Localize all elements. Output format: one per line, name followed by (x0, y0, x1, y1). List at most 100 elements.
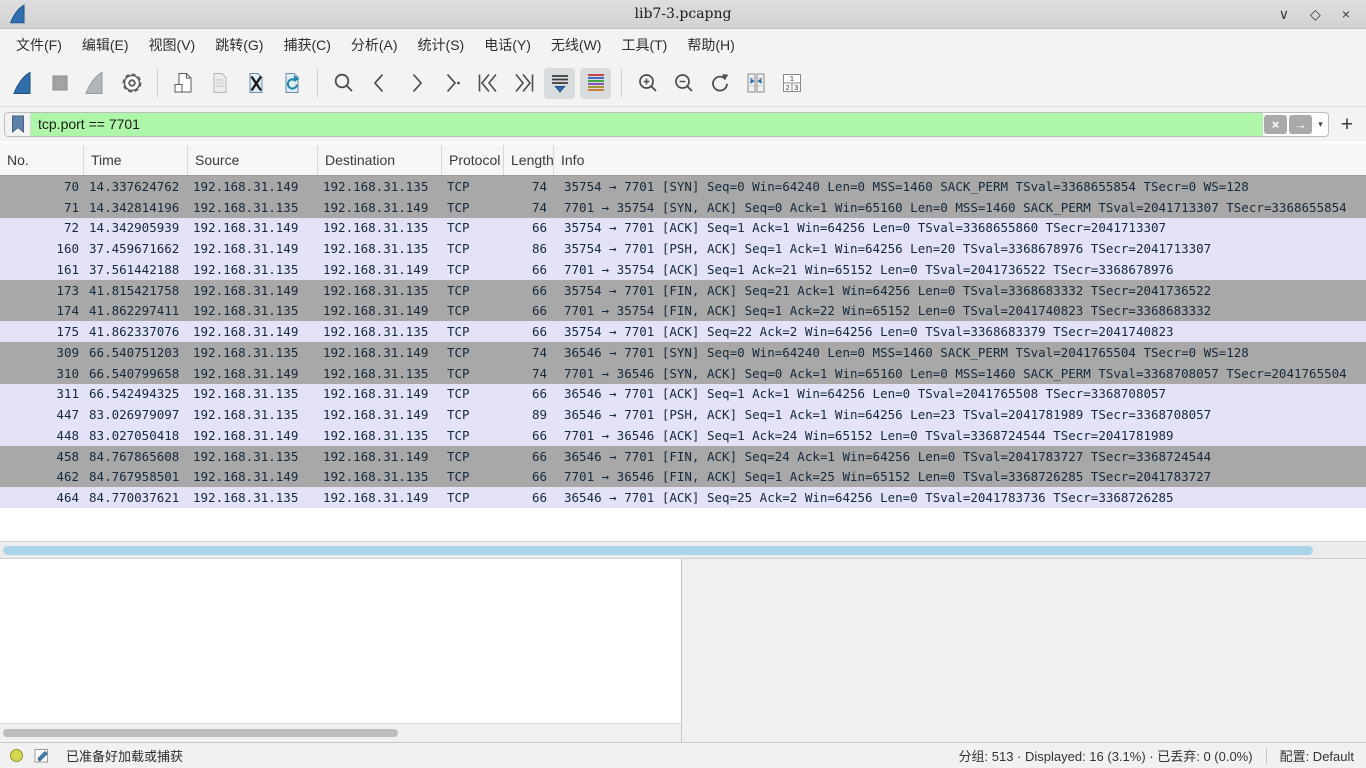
colorize-toggle[interactable] (580, 68, 611, 99)
packet-row[interactable]: 46284.767958501192.168.31.149192.168.31.… (0, 467, 1366, 488)
packet-cell-source: 192.168.31.135 (188, 446, 318, 467)
packet-row[interactable]: 7114.342814196192.168.31.135192.168.31.1… (0, 197, 1366, 218)
packet-row[interactable]: 7214.342905939192.168.31.149192.168.31.1… (0, 218, 1366, 239)
column-header-info[interactable]: Info (554, 145, 1366, 175)
menu-item-5[interactable]: 分析(A) (341, 30, 408, 60)
open-file-button[interactable] (168, 68, 199, 99)
packet-row[interactable]: 46484.770037621192.168.31.135192.168.31.… (0, 487, 1366, 508)
menu-item-0[interactable]: 文件(F) (6, 30, 72, 60)
display-filter-input[interactable]: tcp.port == 7701 (31, 113, 1263, 136)
go-forward-button[interactable] (400, 68, 431, 99)
menu-item-4[interactable]: 捕获(C) (273, 30, 340, 60)
menu-item-8[interactable]: 无线(W) (541, 30, 612, 60)
go-first-packet-button[interactable] (472, 68, 503, 99)
packet-cell-length: 66 (504, 425, 554, 446)
wireshark-logo-icon (8, 3, 30, 25)
close-file-button[interactable] (240, 68, 271, 99)
menu-item-9[interactable]: 工具(T) (611, 30, 677, 60)
packet-row[interactable]: 30966.540751203192.168.31.135192.168.31.… (0, 342, 1366, 363)
packet-row[interactable]: 7014.337624762192.168.31.149192.168.31.1… (0, 176, 1366, 197)
start-capture-button[interactable] (8, 68, 39, 99)
resize-columns-button[interactable] (740, 68, 771, 99)
filter-clear-button[interactable]: × (1264, 115, 1287, 134)
column-header-protocol[interactable]: Protocol (442, 145, 504, 175)
capture-options-button[interactable] (116, 68, 147, 99)
packet-row[interactable]: 17341.815421758192.168.31.149192.168.31.… (0, 280, 1366, 301)
menu-item-10[interactable]: 帮助(H) (677, 30, 744, 60)
zoom-reset-button[interactable] (704, 68, 735, 99)
packet-cell-length: 74 (504, 176, 554, 197)
packet-cell-no: 70 (0, 176, 84, 197)
filter-dropdown-button[interactable]: ▾ (1313, 113, 1328, 136)
auto-scroll-toggle[interactable] (544, 68, 575, 99)
menu-item-3[interactable]: 跳转(G) (205, 30, 273, 60)
double-chevron-first-icon (475, 70, 501, 96)
restart-fin-icon (83, 70, 109, 96)
find-packet-button[interactable] (328, 68, 359, 99)
packet-details-pane (0, 559, 682, 742)
scrollbar-thumb[interactable] (3, 729, 398, 737)
packet-cell-source: 192.168.31.149 (188, 218, 318, 239)
packet-cell-source: 192.168.31.135 (188, 384, 318, 405)
packet-row[interactable]: 17441.862297411192.168.31.135192.168.31.… (0, 301, 1366, 322)
packet-row[interactable]: 16037.459671662192.168.31.149192.168.31.… (0, 238, 1366, 259)
packet-cell-destination: 192.168.31.135 (318, 425, 442, 446)
packet-cell-info: 35754 → 7701 [FIN, ACK] Seq=21 Ack=1 Win… (554, 280, 1366, 301)
packet-row[interactable]: 16137.561442188192.168.31.135192.168.31.… (0, 259, 1366, 280)
packet-row[interactable]: 44883.027050418192.168.31.149192.168.31.… (0, 425, 1366, 446)
filter-apply-button[interactable]: → (1289, 115, 1312, 134)
column-header-destination[interactable]: Destination (318, 145, 442, 175)
menu-item-7[interactable]: 电话(Y) (474, 30, 541, 60)
packet-cell-length: 66 (504, 218, 554, 239)
stop-capture-button[interactable] (44, 68, 75, 99)
zoom-out-button[interactable] (668, 68, 699, 99)
colorize-icon (583, 70, 609, 96)
scrollbar-thumb[interactable] (3, 546, 1313, 555)
packet-row[interactable]: 31166.542494325192.168.31.135192.168.31.… (0, 384, 1366, 405)
zoom-in-button[interactable] (632, 68, 663, 99)
packet-row[interactable]: 45884.767865608192.168.31.135192.168.31.… (0, 446, 1366, 467)
packet-cell-info: 36546 → 7701 [FIN, ACK] Seq=24 Ack=1 Win… (554, 446, 1366, 467)
packet-cell-time: 83.026979097 (84, 404, 188, 425)
column-header-length[interactable]: Length (504, 145, 554, 175)
menu-item-2[interactable]: 视图(V) (139, 30, 206, 60)
capture-comment-button[interactable] (34, 747, 51, 764)
minimize-button-icon[interactable]: ∨ (1279, 7, 1289, 21)
column-header-no[interactable]: No. (0, 145, 84, 175)
close-file-icon (243, 70, 269, 96)
packet-cell-time: 66.540799658 (84, 363, 188, 384)
add-filter-button[interactable]: + (1338, 114, 1356, 135)
save-file-button[interactable] (204, 68, 235, 99)
packet-row[interactable]: 44783.026979097192.168.31.135192.168.31.… (0, 404, 1366, 425)
go-last-packet-button[interactable] (508, 68, 539, 99)
packet-cell-destination: 192.168.31.135 (318, 238, 442, 259)
bookmark-icon (11, 115, 25, 133)
packet-list-hscrollbar[interactable] (0, 541, 1366, 558)
maximize-button-icon[interactable]: ◇ (1310, 7, 1321, 21)
reload-file-icon (279, 70, 305, 96)
packet-row[interactable]: 31066.540799658192.168.31.149192.168.31.… (0, 363, 1366, 384)
search-icon (331, 70, 357, 96)
column-layout-button[interactable]: 1 2 3 (776, 68, 807, 99)
restart-capture-button[interactable] (80, 68, 111, 99)
packet-table-header: No.TimeSourceDestinationProtocolLengthIn… (0, 145, 1366, 176)
menu-item-6[interactable]: 统计(S) (408, 30, 475, 60)
reload-file-button[interactable] (276, 68, 307, 99)
filter-bookmark-button[interactable] (5, 113, 31, 136)
packet-details-hscrollbar[interactable] (0, 723, 681, 742)
packet-cell-time: 41.862337076 (84, 321, 188, 342)
display-filter-bar: tcp.port == 7701 × → ▾ + (0, 107, 1366, 141)
packet-row[interactable]: 17541.862337076192.168.31.149192.168.31.… (0, 321, 1366, 342)
profile-selector[interactable]: 配置: Default (1280, 746, 1354, 765)
column-header-time[interactable]: Time (84, 145, 188, 175)
lower-panes (0, 558, 1366, 742)
expert-info-button[interactable] (10, 749, 23, 762)
menu-item-1[interactable]: 编辑(E) (72, 30, 139, 60)
svg-text:3: 3 (794, 85, 798, 92)
close-button-icon[interactable]: × (1342, 7, 1350, 21)
packet-cell-info: 35754 → 7701 [SYN] Seq=0 Win=64240 Len=0… (554, 176, 1366, 197)
column-header-source[interactable]: Source (188, 145, 318, 175)
go-to-packet-button[interactable] (436, 68, 467, 99)
packet-cell-no: 309 (0, 342, 84, 363)
go-back-button[interactable] (364, 68, 395, 99)
